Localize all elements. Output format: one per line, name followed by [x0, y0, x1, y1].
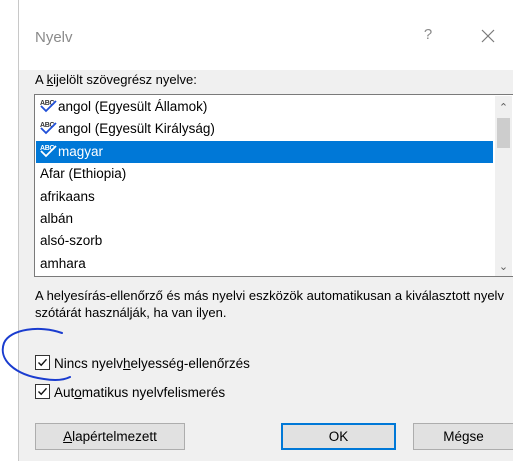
no-proofing-checkbox[interactable]: Nincs nyelvhelyesség-ellenőrzés [35, 355, 250, 373]
language-list: ABC angol (Egyesült Államok) ABC angol (Egy… [36, 96, 493, 275]
language-label: afrikaans [40, 188, 95, 204]
help-button[interactable]: ? [415, 26, 441, 48]
scroll-up-arrow-icon[interactable]: ⌃ [495, 100, 512, 117]
language-list-item[interactable]: ABC angol (Egyesült Államok) [36, 96, 493, 118]
close-button[interactable] [474, 22, 502, 50]
language-list-item[interactable]: albán [36, 208, 493, 230]
dialog-title: Nyelv [35, 29, 73, 46]
ok-button[interactable]: OK [281, 423, 396, 450]
language-dialog: Nyelv ? A kijelölt szövegrész nyelve: AB… [18, 0, 513, 461]
info-text: A helyesírás-ellenőrző és más nyelvi esz… [35, 288, 504, 320]
language-list-label: A kijelölt szövegrész nyelve: [35, 72, 197, 87]
language-list-item[interactable]: afrikaans [36, 186, 493, 208]
no-proofing-label: Nincs nyelvhelyesség-ellenőrzés [54, 356, 250, 371]
listbox-scrollbar[interactable]: ⌃ ⌄ [495, 96, 512, 276]
cancel-button[interactable]: Mégse [413, 423, 513, 450]
spellcheck-icon: ABC [40, 119, 57, 135]
scroll-down-arrow-icon[interactable]: ⌄ [495, 259, 512, 276]
language-label: amhara [40, 255, 86, 271]
language-list-item[interactable]: ABC magyar [36, 140, 493, 164]
language-label: magyar [58, 143, 104, 159]
spellcheck-icon: ABC [40, 142, 57, 158]
auto-detect-checkbox-box[interactable] [35, 384, 50, 399]
language-label: angol (Egyesült Királyság) [58, 121, 215, 137]
language-label: angol (Egyesült Államok) [58, 99, 208, 114]
spellcheck-icon: ABC [40, 97, 57, 113]
language-list-item[interactable]: ABC angol (Egyesült Királyság) [36, 118, 493, 140]
close-icon [481, 29, 495, 43]
language-list-item[interactable]: amhara [36, 253, 493, 275]
scroll-thumb[interactable] [497, 118, 510, 148]
language-list-item[interactable]: alsó-szorb [36, 230, 493, 252]
auto-detect-checkbox[interactable]: Automatikus nyelvfelismerés [35, 384, 225, 402]
checkmark-icon [38, 387, 48, 396]
title-bar: Nyelv ? [19, 0, 513, 70]
language-listbox[interactable]: ABC angol (Egyesült Államok) ABC angol (Egy… [34, 94, 513, 277]
language-label: alsó-szorb [40, 233, 103, 249]
auto-detect-label: Automatikus nyelvfelismerés [54, 385, 226, 400]
language-list-item[interactable]: Afar (Ethiopia) [36, 163, 493, 185]
set-default-button[interactable]: Alapértelmezett [35, 423, 185, 450]
language-label: albán [40, 210, 74, 226]
checkmark-icon [38, 358, 48, 367]
language-label: Afar (Ethiopia) [40, 166, 127, 182]
no-proofing-checkbox-box[interactable] [35, 355, 50, 370]
